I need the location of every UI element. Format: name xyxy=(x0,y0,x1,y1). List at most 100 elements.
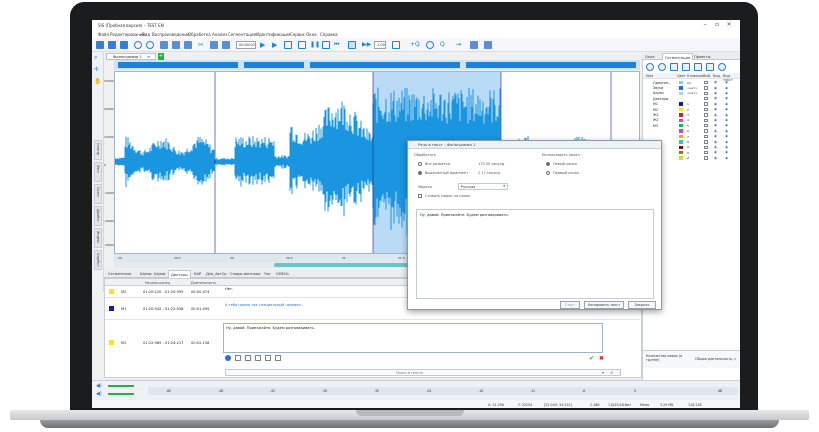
level-slider-1[interactable] xyxy=(108,385,134,387)
export-icon[interactable] xyxy=(392,41,400,49)
text-visibility-eye-icon[interactable]: ◉ xyxy=(725,134,728,138)
segment-class-row[interactable]: Дикторы ◉ ◉ xyxy=(643,96,740,101)
menu-help[interactable]: Справка xyxy=(320,32,338,37)
select-checkbox[interactable] xyxy=(704,140,708,144)
tab-windows[interactable]: Окна xyxy=(645,55,655,59)
text-visibility-eye-icon[interactable]: ◉ xyxy=(725,86,728,90)
segment-bar[interactable] xyxy=(310,62,460,68)
speed-field[interactable]: 1.00 xyxy=(374,41,386,49)
new-file-icon[interactable] xyxy=(96,41,104,49)
visibility-eye-icon[interactable]: ◉ xyxy=(714,134,717,138)
visibility-eye-icon[interactable]: ◉ xyxy=(714,145,717,149)
fast-forward-icon[interactable]: ▶▶ xyxy=(362,41,371,49)
select-checkbox[interactable] xyxy=(704,96,708,101)
grid-icon[interactable] xyxy=(484,41,492,49)
layout-icon[interactable] xyxy=(470,41,478,49)
record-icon[interactable] xyxy=(134,41,142,49)
tab-chat[interactable]: Чат xyxy=(264,272,271,276)
segment-class-row[interactable]: 6 ◉ ◉ xyxy=(643,129,740,134)
add-mark-icon[interactable] xyxy=(658,63,666,71)
tab-speakers[interactable]: Дикторы xyxy=(168,270,191,278)
marks-checkbox[interactable] xyxy=(418,194,422,198)
left-tab-spectrum[interactable]: Спектр xyxy=(94,140,102,160)
play-icon[interactable]: ▶ xyxy=(260,41,268,49)
visibility-eye-icon[interactable]: ◉ xyxy=(714,140,717,144)
level-slider-2[interactable] xyxy=(108,393,134,395)
select-checkbox[interactable] xyxy=(704,107,708,112)
select-checkbox[interactable] xyxy=(704,123,708,128)
text-cell[interactable]: Нет. xyxy=(225,287,233,291)
clipboard-icon[interactable] xyxy=(184,41,192,49)
segment-bar[interactable] xyxy=(466,62,636,68)
paste-icon[interactable] xyxy=(265,355,271,361)
copy-icon[interactable] xyxy=(694,63,702,71)
stop-icon[interactable] xyxy=(298,41,306,49)
text-visibility-eye-icon[interactable]: ◉ xyxy=(725,123,728,127)
select-checkbox[interactable] xyxy=(704,129,708,133)
add-group-icon[interactable] xyxy=(646,63,654,71)
tab-sounds[interactable]: Шумы xyxy=(140,272,152,276)
remove-icon[interactable] xyxy=(235,355,241,361)
zoom-fit-icon[interactable]: Q xyxy=(440,41,448,49)
visibility-eye-icon[interactable]: ◉ xyxy=(714,123,717,127)
tab-noise[interactable]: Шумы xyxy=(154,272,166,276)
text-visibility-eye-icon[interactable]: ◉ xyxy=(725,156,728,160)
cursor-tool-icon[interactable]: ✛ xyxy=(94,66,102,74)
arrow-icon[interactable]: ⇥ xyxy=(456,41,464,49)
save-icon[interactable] xyxy=(120,41,128,49)
pause-icon[interactable]: ❚❚ xyxy=(310,41,320,49)
text-cell[interactable]: Ну, давай. Приезжайте. Будем разговарива… xyxy=(226,326,315,330)
time-field[interactable]: 00:00:00 xyxy=(236,41,256,49)
visibility-eye-icon[interactable]: ◉ xyxy=(714,102,717,106)
select-checkbox[interactable] xyxy=(704,145,708,150)
text-visibility-eye-icon[interactable]: ◉ xyxy=(725,80,728,84)
search-close-icon[interactable]: × xyxy=(610,370,613,375)
select-checkbox[interactable] xyxy=(704,156,708,160)
reject-icon[interactable]: ✖ xyxy=(599,355,604,362)
visibility-eye-icon[interactable]: ◉ xyxy=(714,156,717,160)
start-button[interactable]: Старт xyxy=(560,301,580,309)
rewind-icon[interactable]: ⏮ xyxy=(334,41,342,49)
menu-service[interactable]: Сервис xyxy=(290,32,305,37)
gear-icon[interactable] xyxy=(718,63,726,71)
menu-file[interactable]: Файл xyxy=(98,32,109,37)
model-select[interactable]: Русская ▾ xyxy=(458,183,508,190)
table-icon[interactable] xyxy=(682,63,690,71)
right-channel-radio[interactable] xyxy=(546,171,550,175)
select-checkbox[interactable] xyxy=(704,102,708,106)
menu-segmentation[interactable]: Сегментация xyxy=(228,32,256,37)
recognized-text[interactable]: Ну, давай. Приезжайте. Будем разговарива… xyxy=(416,209,654,299)
range-all-radio[interactable] xyxy=(418,162,422,166)
segment-class-row[interactable]: 7 ◉ ◉ xyxy=(643,134,740,139)
text-cell[interactable]: А тебя прямо так специальный человек. xyxy=(225,303,302,307)
add-icon[interactable] xyxy=(225,355,231,361)
text-editor[interactable]: Ну, давай. Приезжайте. Будем разговарива… xyxy=(223,323,603,353)
add-tab-icon[interactable]: + xyxy=(158,53,164,60)
selected-fragment-radio[interactable] xyxy=(418,171,422,175)
copy-icon[interactable] xyxy=(160,41,168,49)
text-visibility-eye-icon[interactable]: ◉ xyxy=(725,96,728,100)
format-icon[interactable] xyxy=(275,355,281,361)
close-tab-icon[interactable]: × xyxy=(147,54,150,59)
menu-windows[interactable]: Окна xyxy=(306,32,317,37)
close-button[interactable]: Закрыть xyxy=(628,301,656,309)
text-visibility-eye-icon[interactable]: ◉ xyxy=(725,118,728,122)
menu-analysis[interactable]: Анализ xyxy=(212,32,227,37)
text-visibility-eye-icon[interactable]: ◉ xyxy=(725,91,728,95)
paste-special-icon[interactable] xyxy=(210,41,218,49)
text-search-field[interactable]: Поиск в тексте ▾ × xyxy=(225,369,621,376)
segment-ruler[interactable] xyxy=(114,60,640,70)
tab-kar[interactable]: КАР xyxy=(194,272,201,276)
segment-bar[interactable] xyxy=(118,62,238,68)
visibility-eye-icon[interactable]: ◉ xyxy=(714,96,717,100)
segment-class-row[interactable]: М3 5 ◉ ◉ xyxy=(643,123,740,128)
left-tab-3[interactable]: Оуэлл xyxy=(94,184,102,204)
zoom-selection-icon[interactable] xyxy=(426,41,434,49)
select-checkbox[interactable] xyxy=(704,134,708,139)
visibility-eye-icon[interactable]: ◉ xyxy=(714,86,717,90)
stop-square-icon[interactable] xyxy=(322,41,330,49)
minimize-icon[interactable]: – xyxy=(700,21,710,29)
segment-class-row[interactable]: Однотон... Inc ◉ ◉ xyxy=(643,80,740,85)
visibility-eye-icon[interactable]: ◉ xyxy=(714,107,717,111)
delete-icon[interactable] xyxy=(222,41,230,49)
